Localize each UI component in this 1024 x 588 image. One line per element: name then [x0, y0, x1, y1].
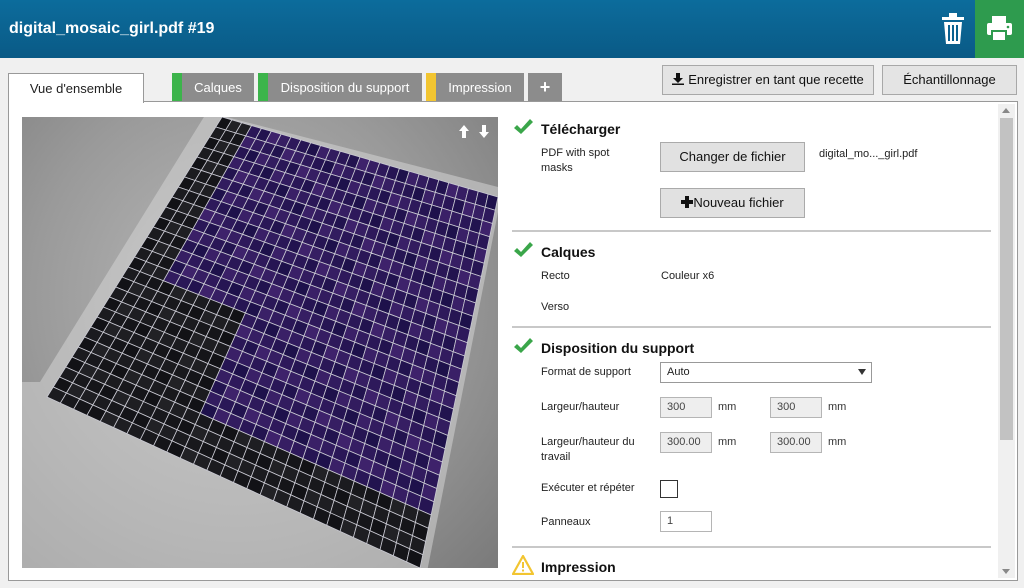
- file-name: digital_mo..._girl.pdf: [819, 148, 918, 160]
- work-height-field[interactable]: 300.00: [770, 432, 822, 453]
- section-divider: [512, 230, 991, 232]
- new-file-button[interactable]: Nouveau fichier: [660, 188, 805, 218]
- tab-layers-label: Calques: [194, 80, 242, 95]
- arrow-up-icon: [459, 125, 469, 138]
- sampling-button[interactable]: Échantillonnage: [882, 65, 1017, 95]
- width-field[interactable]: 300: [660, 397, 712, 418]
- scrollbar[interactable]: [998, 104, 1015, 578]
- tab-media-layout-status: [258, 73, 268, 102]
- step-repeat-checkbox[interactable]: [660, 480, 678, 498]
- download-icon: [672, 73, 685, 85]
- media-format-value: Auto: [667, 366, 690, 378]
- warning-icon: [512, 555, 534, 575]
- tab-media-layout-label: Disposition du support: [280, 80, 410, 95]
- section-download-title: Télécharger: [541, 121, 621, 137]
- check-icon: [514, 242, 533, 257]
- plus-icon: +: [539, 77, 551, 97]
- tab-print-status: [426, 73, 436, 102]
- front-label: Recto: [541, 270, 570, 282]
- pdf-type-label: PDF with spot masks: [541, 147, 610, 174]
- size-label: Largeur/hauteur: [541, 401, 620, 413]
- work-size-label: Largeur/hauteur du travail: [541, 436, 635, 463]
- title-bar: digital_mosaic_girl.pdf #19: [0, 0, 1024, 58]
- new-file-label: Nouveau fichier: [693, 195, 784, 210]
- tab-print[interactable]: Impression: [426, 73, 524, 102]
- panels-field[interactable]: 1: [660, 511, 712, 532]
- width-unit: mm: [718, 401, 737, 413]
- arrow-down-icon: [479, 125, 489, 138]
- save-recipe-label: Enregistrer en tant que recette: [688, 72, 864, 87]
- plus-icon: [681, 196, 694, 208]
- section-divider: [512, 326, 991, 328]
- section-divider: [512, 546, 991, 548]
- height-field[interactable]: 300: [770, 397, 822, 418]
- work-height-unit: mm: [828, 436, 847, 448]
- scrollbar-thumb[interactable]: [1000, 118, 1013, 440]
- printer-icon: [987, 16, 1012, 42]
- sampling-label: Échantillonnage: [903, 72, 996, 87]
- mosaic-preview[interactable]: [22, 117, 498, 568]
- front-value: Couleur x6: [661, 270, 715, 282]
- tab-overview[interactable]: Vue d'ensemble: [8, 73, 144, 103]
- work-width-value: 300.00: [667, 436, 701, 448]
- media-format-select[interactable]: Auto: [660, 362, 872, 383]
- tab-layers-status: [172, 73, 182, 102]
- height-value: 300: [777, 401, 796, 413]
- work-width-unit: mm: [718, 436, 737, 448]
- check-icon: [514, 338, 533, 353]
- change-file-button[interactable]: Changer de fichier: [660, 142, 805, 172]
- work-width-field[interactable]: 300.00: [660, 432, 712, 453]
- chevron-down-icon: [858, 369, 866, 375]
- save-recipe-button[interactable]: Enregistrer en tant que recette: [662, 65, 874, 95]
- tab-overview-label: Vue d'ensemble: [29, 81, 123, 96]
- mosaic-3d-render: [22, 117, 498, 568]
- panels-label: Panneaux: [541, 516, 591, 528]
- print-button[interactable]: [975, 0, 1024, 58]
- media-format-label: Format de support: [541, 366, 631, 378]
- add-tab-button[interactable]: +: [528, 73, 562, 102]
- change-file-label: Changer de fichier: [679, 149, 786, 164]
- section-layers-title: Calques: [541, 244, 596, 260]
- work-height-value: 300.00: [777, 436, 811, 448]
- section-print-title: Impression: [541, 559, 616, 575]
- height-unit: mm: [828, 401, 847, 413]
- document-title: digital_mosaic_girl.pdf #19: [9, 20, 215, 37]
- rotate-arrows[interactable]: [458, 124, 492, 140]
- back-label: Verso: [541, 301, 570, 313]
- scroll-up-icon[interactable]: [1002, 108, 1010, 113]
- section-layout-title: Disposition du support: [541, 340, 695, 356]
- step-repeat-label: Exécuter et répéter: [541, 482, 635, 494]
- tab-layers[interactable]: Calques: [172, 73, 254, 102]
- tab-media-layout[interactable]: Disposition du support: [258, 73, 422, 102]
- trash-icon[interactable]: [938, 12, 968, 46]
- panels-value: 1: [667, 515, 674, 527]
- width-value: 300: [667, 401, 686, 413]
- scroll-down-icon[interactable]: [1002, 569, 1010, 574]
- tab-print-label: Impression: [448, 80, 512, 95]
- check-icon: [514, 119, 533, 134]
